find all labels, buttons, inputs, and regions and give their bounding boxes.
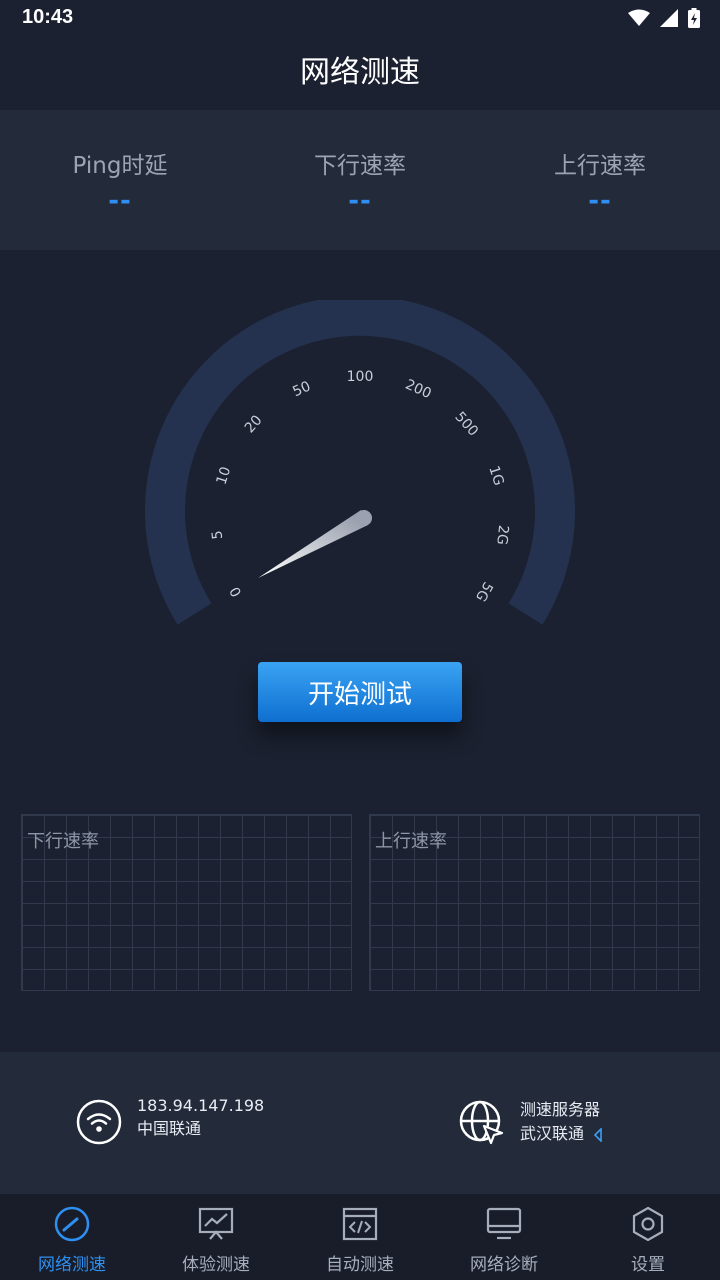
code-window-icon [342, 1207, 378, 1241]
tab-experience-test[interactable]: 体验测速 [144, 1194, 288, 1280]
gauge-needle-tip [356, 510, 372, 526]
gauge-tick-label: 5G [472, 579, 496, 604]
monitor-icon [486, 1207, 522, 1240]
gauge-tick-label: 200 [403, 377, 434, 402]
gauge-tick-label: 2G [493, 524, 511, 545]
gauge-arc [145, 300, 575, 625]
wifi-signal-icon [628, 9, 650, 26]
tab-settings[interactable]: 设置 [576, 1194, 720, 1280]
title-bar: 网络测速 [0, 36, 720, 110]
gauge-tick-label: 5 [209, 530, 226, 541]
gauge-tick-label: 1G [485, 464, 506, 488]
start-test-button[interactable]: 开始测试 [258, 662, 462, 722]
download-stat: 下行速率 -- [240, 110, 480, 250]
cell-signal-icon [660, 9, 678, 27]
upload-chart: 上行速率 [369, 814, 700, 991]
gauge-tick-label: 20 [242, 412, 266, 436]
status-bar: 10:43 [0, 0, 720, 36]
gauge-tick-label: 0 [227, 584, 245, 600]
tab-label: 网络测速 [38, 1255, 106, 1275]
download-chart: 下行速率 [21, 814, 352, 991]
server-title: 测速服务器 [520, 1100, 601, 1119]
gauge-tick-label: 50 [290, 378, 313, 400]
download-chart-label: 下行速率 [27, 831, 99, 852]
download-value: -- [348, 186, 372, 216]
isp-name: 中国联通 [137, 1119, 202, 1138]
triangle-left-icon[interactable] [593, 1127, 603, 1142]
tab-diagnosis[interactable]: 网络诊断 [432, 1194, 576, 1280]
gear-hex-icon [632, 1206, 664, 1242]
ip-address: 183.94.147.198 [137, 1096, 265, 1115]
upload-value: -- [588, 186, 612, 216]
ip-block: 183.94.147.198 中国联通 [137, 1096, 264, 1139]
gauge-tick-label: 100 [347, 369, 374, 385]
ping-stat: Ping时延 -- [0, 110, 240, 250]
battery-charging-icon [688, 8, 700, 28]
tab-label: 设置 [631, 1255, 665, 1275]
tab-label: 体验测速 [182, 1255, 250, 1275]
ping-label: Ping时延 [72, 153, 168, 179]
tab-speed-test[interactable]: 网络测速 [0, 1194, 144, 1280]
speedometer-icon [54, 1206, 90, 1242]
wifi-circle-icon [76, 1099, 122, 1145]
tab-auto-test[interactable]: 自动测速 [288, 1194, 432, 1280]
tab-label: 网络诊断 [470, 1255, 538, 1275]
bottom-tab-bar: 网络测速 体验测速 自动测速 网络诊断 设置 [0, 1194, 720, 1280]
server-block: 测速服务器 武汉联通 [520, 1096, 603, 1144]
page-title: 网络测速 [300, 55, 420, 90]
status-time: 10:43 [22, 6, 74, 28]
ping-value: -- [108, 186, 132, 216]
upload-chart-label: 上行速率 [375, 831, 447, 852]
download-label: 下行速率 [314, 153, 406, 179]
chart-monitor-icon [198, 1207, 234, 1240]
tab-label: 自动测速 [326, 1255, 394, 1275]
gauge-tick-label: 500 [451, 409, 481, 440]
gauge-needle [258, 510, 368, 578]
upload-stat: 上行速率 -- [480, 110, 720, 250]
gauge-tick-label: 10 [214, 465, 235, 487]
upload-label: 上行速率 [554, 153, 646, 179]
status-icons [628, 7, 700, 29]
server-link[interactable]: 武汉联通 [520, 1124, 584, 1143]
globe-cursor-icon [459, 1100, 504, 1145]
stats-panel: Ping时延 -- 下行速率 -- 上行速率 -- [0, 110, 720, 250]
speed-gauge: 0 5 10 20 50 100 200 5001G 2G 5G [145, 300, 575, 625]
